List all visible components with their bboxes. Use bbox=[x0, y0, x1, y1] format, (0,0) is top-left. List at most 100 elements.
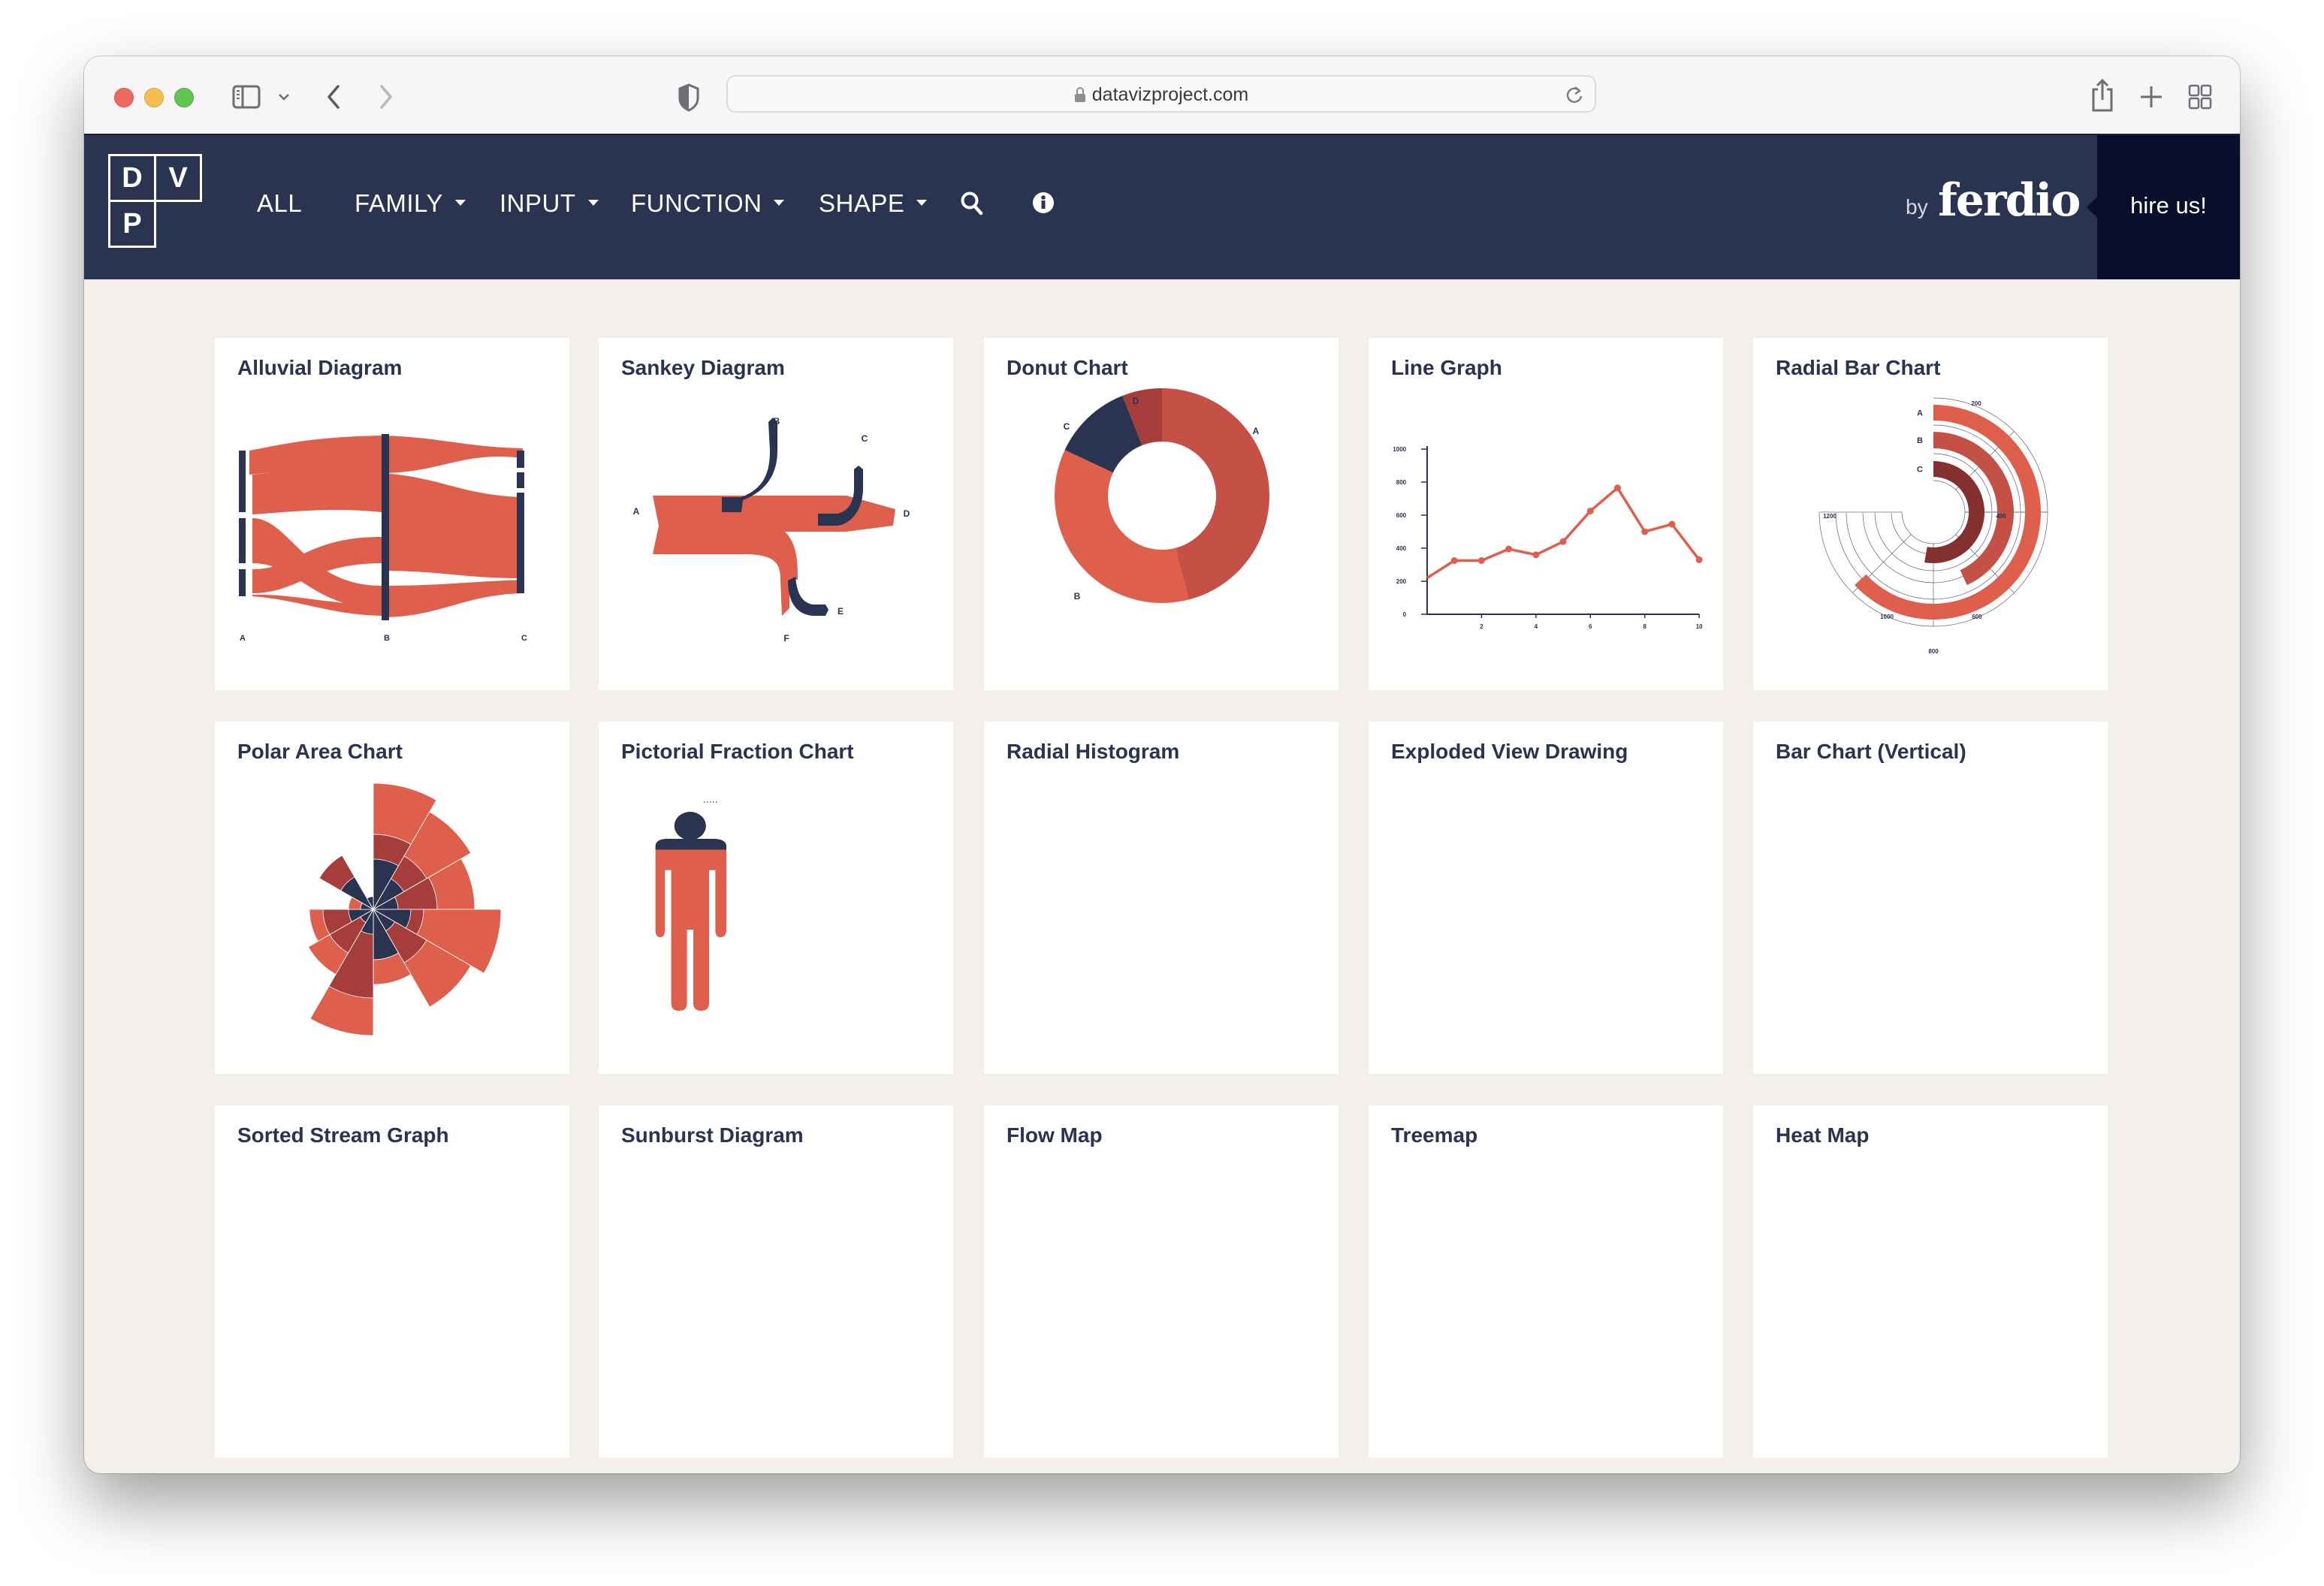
x-tick-label: 4 bbox=[1535, 623, 1538, 630]
back-icon[interactable] bbox=[324, 82, 343, 112]
sankey-flow-a bbox=[653, 496, 895, 616]
chevron-down-icon[interactable] bbox=[276, 82, 291, 112]
share-icon[interactable] bbox=[2090, 77, 2115, 113]
search-icon[interactable] bbox=[960, 190, 984, 217]
card-exploded-view-drawing[interactable]: Exploded View Drawing bbox=[1369, 722, 1723, 1074]
radial-histogram bbox=[984, 722, 1339, 1074]
line-graph-plot: 0 200 400 600 800 1000 2 4 6 8 10 bbox=[1393, 446, 1703, 630]
alluvial-flow bbox=[252, 465, 382, 514]
node-label: F bbox=[783, 633, 789, 644]
sorted-stream-graph bbox=[215, 1105, 569, 1458]
card-radial-bar-chart[interactable]: Radial Bar Chart A B C 200 400 600 800 1000 1200 bbox=[1753, 338, 2108, 690]
alluvial-gap bbox=[517, 488, 524, 493]
slice-label: D bbox=[1133, 396, 1139, 406]
by-label: by bbox=[1906, 195, 1928, 219]
data-point bbox=[1614, 484, 1622, 492]
x-tick-label: 10 bbox=[1696, 623, 1703, 630]
flow-map bbox=[984, 1105, 1339, 1458]
heat-map bbox=[1753, 1105, 2108, 1458]
zoom-window-button[interactable] bbox=[174, 88, 194, 107]
pictorial-fraction-chart bbox=[655, 801, 727, 1012]
card-bar-chart-vertical[interactable]: Bar Chart (Vertical) bbox=[1753, 722, 2108, 1074]
x-tick-label: 8 bbox=[1643, 623, 1646, 630]
line-series bbox=[1427, 488, 1699, 578]
polar-area-chart bbox=[307, 782, 502, 1036]
url-text: datavizproject.com bbox=[1091, 84, 1249, 105]
tick-label: 600 bbox=[1972, 614, 1982, 620]
node-label: D bbox=[904, 508, 910, 519]
info-icon[interactable] bbox=[1032, 191, 1055, 214]
card-sunburst-diagram[interactable]: Sunburst Diagram bbox=[599, 1105, 953, 1458]
tick-label: 200 bbox=[1971, 400, 1981, 407]
alluvial-node bbox=[239, 451, 246, 512]
card-alluvial-diagram[interactable]: Alluvial Diagram ABC bbox=[215, 338, 569, 690]
minimize-window-button[interactable] bbox=[144, 88, 164, 107]
alluvial-node bbox=[382, 434, 389, 620]
card-pictorial-fraction-chart[interactable]: Pictorial Fraction Chart bbox=[599, 722, 953, 1074]
nav-shape-label: SHAPE bbox=[819, 189, 905, 217]
bar-label: C bbox=[1917, 466, 1923, 475]
hire-us-label: hire us! bbox=[2130, 192, 2207, 219]
caret-down-icon bbox=[774, 200, 785, 207]
data-point bbox=[1505, 545, 1513, 553]
card-flow-map[interactable]: Flow Map bbox=[984, 1105, 1339, 1458]
nav-input-label: INPUT bbox=[500, 189, 576, 217]
data-point bbox=[1477, 557, 1485, 564]
x-tick-label: 6 bbox=[1589, 623, 1592, 630]
hire-us-button[interactable]: hire us! bbox=[2087, 135, 2240, 279]
lock-icon bbox=[1074, 87, 1085, 102]
shield-icon[interactable] bbox=[678, 82, 700, 112]
card-polar-area-chart[interactable]: Polar Area Chart bbox=[215, 722, 569, 1074]
caret-down-icon bbox=[587, 200, 599, 207]
nav-family[interactable]: FAMILY bbox=[355, 189, 466, 218]
donut-chart: A B C D bbox=[1055, 388, 1269, 603]
nav-shape[interactable]: SHAPE bbox=[819, 189, 928, 218]
figure-fill-fraction bbox=[655, 812, 727, 850]
node-label: E bbox=[838, 606, 844, 617]
radial-bar-chart: A B C 200 400 600 800 1000 1200 bbox=[1818, 397, 2048, 655]
url-display: datavizproject.com bbox=[728, 84, 1595, 106]
nav-function[interactable]: FUNCTION bbox=[631, 189, 785, 218]
y-tick-label: 200 bbox=[1396, 578, 1407, 585]
nav-all[interactable]: ALL bbox=[257, 189, 302, 218]
card-sorted-stream-graph[interactable]: Sorted Stream Graph bbox=[215, 1105, 569, 1458]
card-donut-chart[interactable]: Donut Chart ABCD bbox=[984, 338, 1339, 690]
dvp-logo[interactable]: D V P bbox=[108, 154, 210, 256]
radial-bar-c bbox=[1924, 461, 1984, 563]
node-label: A bbox=[633, 506, 640, 517]
reload-icon[interactable] bbox=[1565, 84, 1584, 105]
card-heat-map[interactable]: Heat Map bbox=[1753, 1105, 2108, 1458]
nav-input[interactable]: INPUT bbox=[500, 189, 599, 218]
slice-label: B bbox=[1074, 591, 1081, 602]
y-tick-label: 600 bbox=[1396, 512, 1407, 519]
sidebar-icon[interactable] bbox=[231, 82, 261, 112]
card-radial-histogram[interactable]: Radial Histogram bbox=[984, 722, 1339, 1074]
address-bar[interactable]: datavizproject.com bbox=[726, 75, 1596, 113]
radial-grid-ring bbox=[1901, 480, 1966, 544]
alluvial-flow bbox=[382, 580, 523, 617]
ferdio-logo[interactable]: ferdio bbox=[1938, 174, 2081, 227]
tab-overview-icon[interactable] bbox=[2187, 82, 2213, 112]
treemap bbox=[1369, 1105, 1723, 1458]
new-tab-icon[interactable] bbox=[2139, 82, 2163, 112]
card-line-graph[interactable]: Line Graph 0 200 400 600 800 1000 2 4 6 8 10 bbox=[1369, 338, 1723, 690]
logo-letter-v: V bbox=[154, 154, 202, 202]
nav-family-label: FAMILY bbox=[355, 189, 443, 217]
node-label: C bbox=[862, 433, 868, 444]
data-point bbox=[1641, 528, 1649, 535]
sankey-diagram: B C A D E F bbox=[633, 416, 910, 644]
browser-toolbar: datavizproject.com bbox=[84, 56, 2240, 135]
data-point bbox=[1586, 508, 1594, 514]
x-tick-label: 2 bbox=[1480, 623, 1483, 630]
stage-label: C bbox=[521, 634, 527, 643]
sankey-flow-e bbox=[788, 577, 828, 616]
site-navbar: D V P ALL FAMILY INPUT FUNCTION SHAPE by… bbox=[84, 135, 2240, 279]
card-sankey-diagram[interactable]: Sankey Diagram BCADEF bbox=[599, 338, 953, 690]
caret-down-icon bbox=[916, 200, 928, 207]
donut-slice-b bbox=[1055, 450, 1189, 603]
slice-label: A bbox=[1253, 426, 1260, 436]
forward-icon[interactable] bbox=[377, 82, 395, 112]
logo-letter-p: P bbox=[108, 200, 156, 248]
card-treemap[interactable]: Treemap bbox=[1369, 1105, 1723, 1458]
close-window-button[interactable] bbox=[114, 88, 134, 107]
